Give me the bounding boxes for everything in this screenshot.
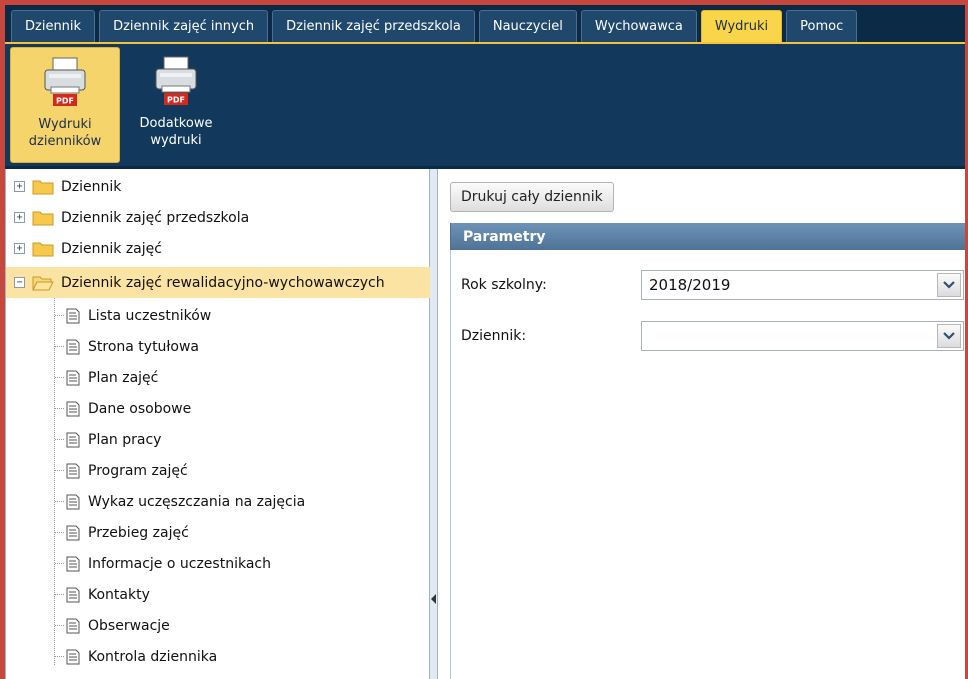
ribbon-button-dodatkowe-wydruki[interactable]: PDF Dodatkowe wydruki xyxy=(121,47,231,163)
svg-text:PDF: PDF xyxy=(56,97,74,106)
open-folder-icon xyxy=(32,276,54,291)
tree-connector xyxy=(55,625,64,626)
tree-connector xyxy=(55,563,64,564)
tree-connector xyxy=(55,377,64,378)
tree-doc-przebieg-zajec[interactable]: Przebieg zajęć xyxy=(6,517,431,548)
tab-wydruki[interactable]: Wydruki xyxy=(700,10,783,42)
tree-folder-dziennik-zajec[interactable]: + Dziennik zajęć xyxy=(6,233,431,264)
tree-connector xyxy=(55,532,64,533)
print-tree-panel: + Dziennik + Dziennik zajęć przedszkola … xyxy=(5,169,431,679)
document-icon xyxy=(66,649,80,664)
tree-folder-label: Dziennik zajęć przedszkola xyxy=(61,209,250,226)
pdf-printer-icon: PDF xyxy=(155,56,197,105)
document-icon xyxy=(66,618,80,633)
ribbon-button-label: Dodatkowe wydruki xyxy=(139,116,213,148)
folder-icon xyxy=(32,211,54,226)
tree-doc-kontrola-dziennika[interactable]: Kontrola dziennika xyxy=(6,641,431,672)
expand-icon[interactable]: + xyxy=(14,243,25,254)
tree-doc-strona-tytulowa[interactable]: Strona tytułowa xyxy=(6,331,431,362)
document-icon xyxy=(66,525,80,540)
tree-folder-label: Dziennik zajęć xyxy=(61,240,162,257)
tree-doc-label: Program zajęć xyxy=(88,462,188,479)
document-icon xyxy=(66,370,80,385)
chevron-down-icon[interactable] xyxy=(937,273,961,297)
tree-doc-obserwacje[interactable]: Obserwacje xyxy=(6,610,431,641)
tree-connector xyxy=(55,470,64,471)
tree-doc-label: Plan pracy xyxy=(88,431,162,448)
print-whole-journal-button[interactable]: Drukuj cały dziennik xyxy=(450,182,614,212)
school-year-value: 2018/2019 xyxy=(649,276,731,294)
school-year-label: Rok szkolny: xyxy=(461,277,547,293)
parameters-header: Parametry xyxy=(450,223,965,250)
collapse-left-arrow-icon[interactable] xyxy=(431,594,436,604)
tab-pomoc[interactable]: Pomoc xyxy=(786,10,858,42)
school-year-select[interactable]: 2018/2019 xyxy=(641,270,964,300)
document-icon xyxy=(66,432,80,447)
tree-doc-label: Kontrola dziennika xyxy=(88,648,218,665)
folder-icon xyxy=(32,180,54,195)
tree-doc-lista-uczestnikow[interactable]: Lista uczestników xyxy=(6,300,431,331)
tree-doc-dane-osobowe[interactable]: Dane osobowe xyxy=(6,393,431,424)
document-icon xyxy=(66,494,80,509)
chevron-down-icon[interactable] xyxy=(937,324,961,348)
tree-doc-label: Informacje o uczestnikach xyxy=(88,555,271,572)
ribbon-button-label: Wydruki dzienników xyxy=(28,117,102,149)
tree-doc-label: Dane osobowe xyxy=(88,400,192,417)
folder-icon xyxy=(32,242,54,257)
tree-folder-label: Dziennik zajęć rewalidacyjno-wychowawczy… xyxy=(61,274,385,291)
tree-folder-label: Dziennik xyxy=(61,178,122,195)
tree-doc-label: Lista uczestników xyxy=(88,307,212,324)
document-icon xyxy=(66,556,80,571)
tree-doc-wykaz-uczeszczania[interactable]: Wykaz uczęszczania na zajęcia xyxy=(6,486,431,517)
ribbon-button-wydruki-dziennikow[interactable]: PDF Wydruki dzienników xyxy=(10,47,120,163)
tree-doc-label: Plan zajęć xyxy=(88,369,159,386)
journal-label: Dziennik: xyxy=(461,328,527,344)
tree-doc-informacje-o-uczestnikach[interactable]: Informacje o uczestnikach xyxy=(6,548,431,579)
document-icon xyxy=(66,339,80,354)
expand-icon[interactable]: + xyxy=(14,181,25,192)
document-icon xyxy=(66,463,80,478)
journal-select[interactable] xyxy=(641,321,964,351)
tab-dziennik-zajec-innych[interactable]: Dziennik zajęć innych xyxy=(99,10,269,42)
tree-doc-kontakty[interactable]: Kontakty xyxy=(6,579,431,610)
tab-dziennik-zajec-przedszkola[interactable]: Dziennik zajęć przedszkola xyxy=(272,10,475,42)
panel-splitter[interactable] xyxy=(430,169,438,679)
tree-connector xyxy=(55,346,64,347)
tree-connector xyxy=(55,501,64,502)
main-tab-bar: Dziennik Dziennik zajęć innych Dziennik … xyxy=(5,5,965,42)
tree-connector xyxy=(55,594,64,595)
parameters-body: Rok szkolny: 2018/2019 Dziennik: xyxy=(450,250,965,679)
tree-doc-label: Obserwacje xyxy=(88,617,170,634)
tree-folder-dziennik[interactable]: + Dziennik xyxy=(6,171,431,202)
svg-text:PDF: PDF xyxy=(167,96,185,105)
tree-folder-dziennik-zajec-rewalidacyjno-wychowawczych[interactable]: − Dziennik zajęć rewalidacyjno-wychowawc… xyxy=(6,267,431,298)
document-icon xyxy=(66,587,80,602)
tree-connector xyxy=(55,408,64,409)
tree-doc-label: Wykaz uczęszczania na zajęcia xyxy=(88,493,306,510)
tree-doc-plan-zajec[interactable]: Plan zajęć xyxy=(6,362,431,393)
tree-folder-dziennik-zajec-przedszkola[interactable]: + Dziennik zajęć przedszkola xyxy=(6,202,431,233)
print-options-panel: Drukuj cały dziennik Parametry Rok szkol… xyxy=(438,169,965,679)
document-icon xyxy=(66,308,80,323)
tree-doc-plan-pracy[interactable]: Plan pracy xyxy=(6,424,431,455)
tree-connector xyxy=(55,439,64,440)
tab-dziennik[interactable]: Dziennik xyxy=(11,10,96,42)
tree-doc-label: Kontakty xyxy=(88,586,150,603)
document-icon xyxy=(66,401,80,416)
tab-wychowawca[interactable]: Wychowawca xyxy=(580,10,697,42)
ribbon-toolbar: PDF Wydruki dzienników PDF Dodatkowe wyd… xyxy=(5,42,965,166)
tree-doc-program-zajec[interactable]: Program zajęć xyxy=(6,455,431,486)
tree-doc-label: Strona tytułowa xyxy=(88,338,200,355)
expand-icon[interactable]: + xyxy=(14,212,25,223)
tree-doc-label: Przebieg zajęć xyxy=(88,524,189,541)
pdf-printer-icon: PDF xyxy=(44,57,86,106)
collapse-icon[interactable]: − xyxy=(14,277,25,288)
tree-connector xyxy=(55,656,64,657)
tree-connector xyxy=(55,315,64,316)
tab-nauczyciel[interactable]: Nauczyciel xyxy=(478,10,577,42)
